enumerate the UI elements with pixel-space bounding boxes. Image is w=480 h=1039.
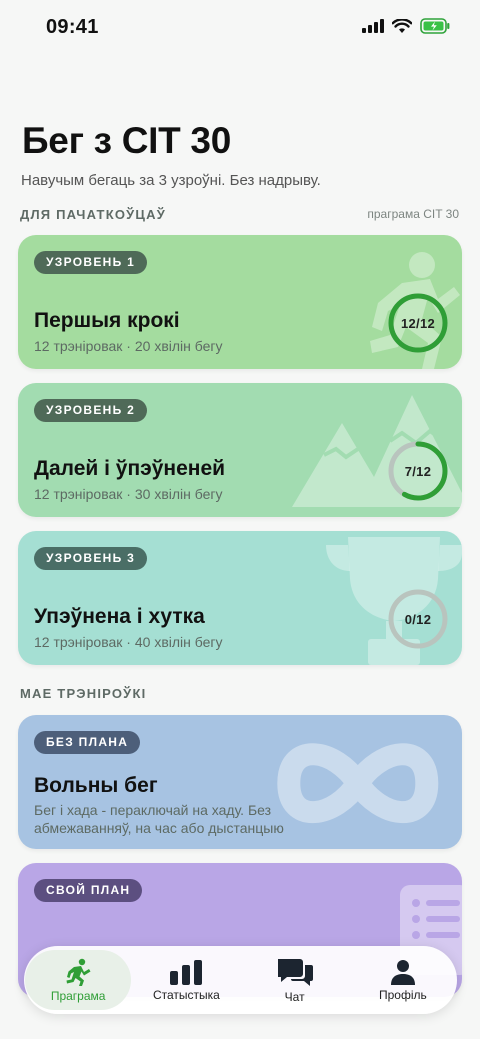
free-run-card[interactable]: БЕЗ ПЛАНА Вольны бег Бег і хада - перакл…	[18, 715, 462, 849]
profile-icon	[390, 959, 415, 985]
battery-icon	[420, 18, 450, 34]
workout-description: Бег і хада - пераключай на хаду. Без абм…	[34, 802, 284, 836]
progress-label: 0/12	[404, 611, 432, 627]
status-time: 09:41	[46, 16, 99, 38]
level-badge: УЗРОВЕНЬ 1	[34, 251, 148, 274]
section-label-my-workouts: МАЕ ТРЭНІРОЎКІ	[20, 686, 147, 701]
progress-label: 7/12	[404, 463, 432, 479]
runner-icon	[66, 958, 91, 986]
tab-program[interactable]: Праграма	[25, 950, 132, 1010]
tab-chat[interactable]: Чат	[242, 950, 348, 1010]
tab-bar: Праграма Статыстыка Чат Профіль	[24, 946, 457, 1014]
level-card-2[interactable]: УЗРОВЕНЬ 2 Далей і ўпэўненей 12 трэніров…	[18, 383, 462, 517]
level-card-1[interactable]: УЗРОВЕНЬ 1 Першыя крокі 12 трэніровак · …	[18, 235, 462, 369]
tab-statistics[interactable]: Статыстыка	[133, 950, 239, 1010]
progress-label: 12/12	[400, 315, 436, 331]
program-caption: праграма CIT 30	[367, 207, 459, 221]
workout-badge: БЕЗ ПЛАНА	[34, 731, 141, 754]
level-title: Далей і ўпэўненей	[34, 457, 226, 480]
level-title: Упэўнена і хутка	[34, 605, 205, 628]
level-subtitle: 12 трэніровак · 30 хвілін бегу	[34, 486, 223, 502]
workout-title: Вольны бег	[34, 774, 158, 797]
level-badge: УЗРОВЕНЬ 3	[34, 547, 148, 570]
level-subtitle: 12 трэніровак · 40 хвілін бегу	[34, 634, 223, 650]
page-subtitle: Навучым бегаць за 3 узроўні. Без надрыву…	[21, 172, 321, 189]
section-label-beginners: ДЛЯ ПАЧАТКОЎЦАЎ	[20, 207, 167, 222]
page-title: Бег з CIT 30	[22, 120, 231, 161]
tab-label: Профіль	[378, 987, 427, 1002]
tab-label: Статыстыка	[152, 987, 220, 1002]
status-icons	[362, 18, 450, 34]
level-subtitle: 12 трэніровак · 20 хвілін бегу	[34, 338, 223, 354]
tab-profile[interactable]: Профіль	[350, 950, 456, 1010]
bar-chart-icon	[170, 959, 203, 985]
tab-label: Праграма	[50, 988, 106, 1003]
wifi-icon	[392, 18, 412, 33]
workout-badge: СВОЙ ПЛАН	[34, 879, 143, 902]
tab-label: Чат	[284, 989, 305, 1004]
signal-icon	[362, 19, 384, 33]
chat-icon	[277, 958, 313, 986]
level-card-3[interactable]: УЗРОВЕНЬ 3 Упэўнена і хутка 12 трэнірова…	[18, 531, 462, 665]
status-bar: 09:41	[0, 0, 480, 56]
level-title: Першыя крокі	[34, 309, 180, 332]
level-badge: УЗРОВЕНЬ 2	[34, 399, 148, 422]
